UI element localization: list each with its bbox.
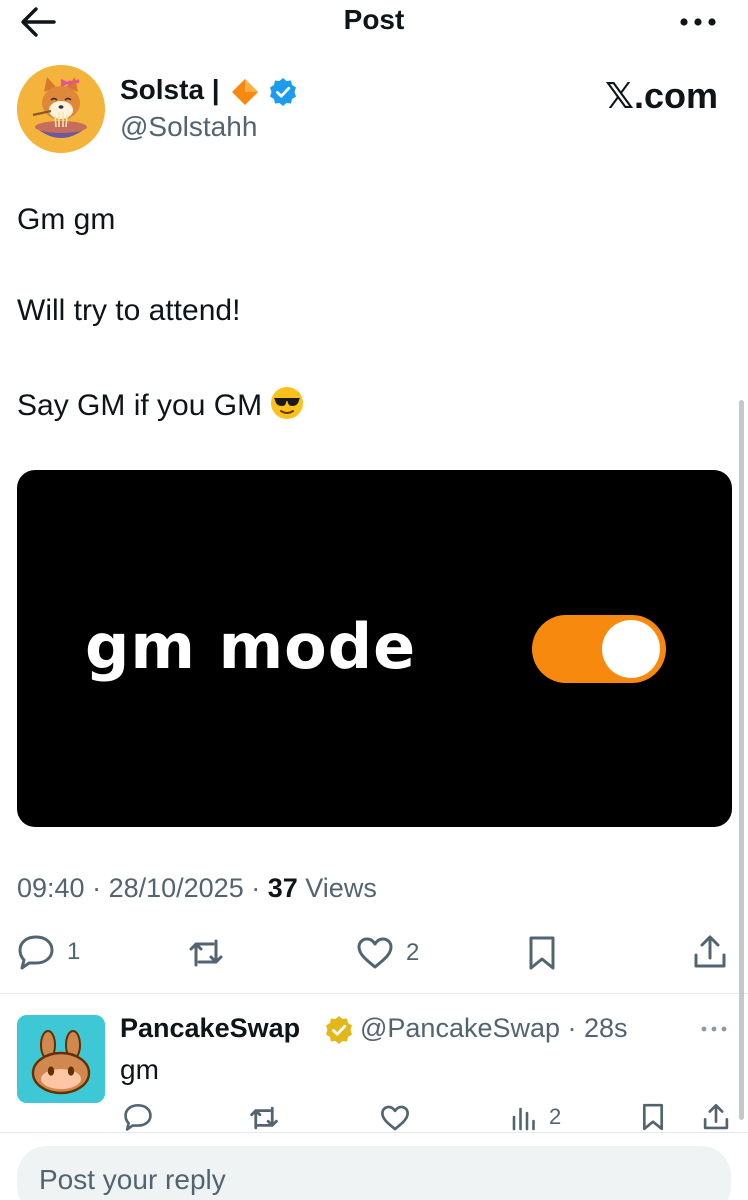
media-toggle-switch [532,615,666,683]
reply-like-button[interactable] [380,1104,410,1132]
like-count: 2 [406,939,420,966]
media-text: gm mode [85,610,417,683]
reply-bookmark-button[interactable] [640,1102,666,1132]
share-icon [703,1104,729,1130]
more-options-button[interactable] [678,8,718,36]
reply-author-name[interactable]: PancakeSwap [120,1013,300,1044]
bookmark-button[interactable] [526,934,558,972]
reply-button[interactable]: 1 [17,934,80,970]
share-button[interactable] [692,933,728,971]
reply-input[interactable] [39,1160,639,1200]
post-time: 09:40 [17,873,85,903]
more-horizontal-icon [701,1026,727,1032]
reply-composer[interactable] [17,1146,731,1200]
like-button[interactable]: 2 [356,936,419,970]
post-meta: 09:40 · 28/10/2025 · 37 Views [17,873,377,904]
page-title: Post [343,4,405,35]
shiba-noodle-avatar-icon [17,65,105,153]
post-date: 28/10/2025 [108,873,244,903]
meta-separator: · [243,873,268,903]
bar-chart-icon [512,1107,535,1131]
more-horizontal-icon [680,18,716,26]
orange-diamond-icon [232,79,258,105]
bookmark-icon [529,936,555,970]
divider [0,1132,748,1133]
author-avatar[interactable] [17,65,105,153]
post-text-line-3-text: Say GM if you GM [17,388,263,422]
author-badges [230,76,298,108]
comment-icon [18,935,54,970]
reply-handle-time[interactable]: @PancakeSwap · 28s [360,1013,628,1044]
reply-views-button[interactable]: 2 [511,1103,561,1131]
views-count: 37 [267,873,298,903]
author-name[interactable]: Solsta | [120,74,220,106]
gold-verified-icon [326,1016,352,1044]
views-label: Views [305,873,377,903]
gold-verified-badge [324,1015,354,1050]
repost-button[interactable] [187,936,225,970]
verified-badge-icon [270,78,296,106]
reply-text: gm [120,1054,159,1085]
reply-more-button[interactable] [700,1022,728,1040]
bookmark-icon [642,1103,664,1131]
top-bar: Post [0,0,748,46]
x-com-watermark: 𝕏.com [604,75,718,116]
divider [0,993,748,994]
heart-icon [357,937,393,969]
reply-views-count: 2 [549,1104,562,1129]
post-media-image[interactable]: gm mode [17,470,732,827]
media-toggle-knob [602,620,660,678]
reply-repost-button[interactable] [248,1104,280,1132]
post-text-line-1: Gm gm [17,203,116,236]
author-handle[interactable]: @Solstahh [120,111,257,143]
post-text-line-2: Will try to attend! [17,294,241,327]
sunglasses-emoji-icon [270,386,304,428]
reply-share-button[interactable] [702,1101,730,1133]
pancake-bunny-avatar-icon [17,1015,105,1103]
repost-icon [250,1106,278,1130]
reply-comment-button[interactable] [123,1103,153,1131]
meta-separator: · [84,873,109,903]
heart-icon [381,1105,409,1131]
share-icon [694,935,726,968]
scrollbar[interactable] [739,400,744,1120]
comment-icon [124,1104,152,1131]
repost-icon [189,939,223,967]
post-text-line-3: Say GM if you GM [17,386,304,428]
reply-count: 1 [67,938,81,965]
reply-avatar[interactable] [17,1015,105,1103]
